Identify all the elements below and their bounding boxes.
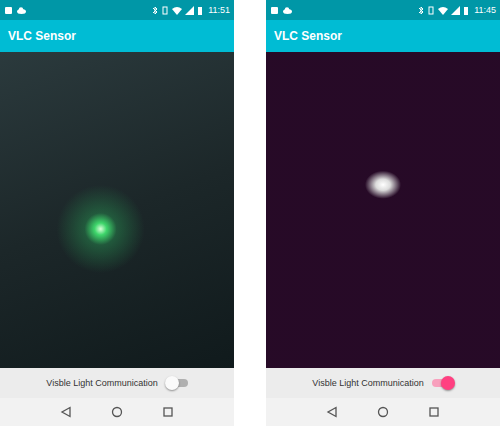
phone-screen: 11:45 VLC Sensor Visble Light Communicatio… xyxy=(266,0,500,426)
recents-icon[interactable] xyxy=(428,406,440,418)
switch-label: Visble Light Communication xyxy=(46,378,157,388)
battery-icon xyxy=(197,6,203,15)
vlc-switch[interactable] xyxy=(432,379,454,387)
screenshot-pair: 11:51 VLC Sensor Visble Light Communicatio… xyxy=(0,0,500,426)
bluetooth-icon xyxy=(152,6,158,15)
app-bar: VLC Sensor xyxy=(0,20,234,52)
switch-thumb[interactable] xyxy=(165,376,179,390)
notification-icon xyxy=(270,6,279,15)
battery-icon xyxy=(463,6,469,15)
status-time: 11:45 xyxy=(474,4,496,16)
nav-bar xyxy=(266,398,500,426)
cloud-icon xyxy=(16,6,27,15)
camera-preview xyxy=(266,52,500,368)
app-title: VLC Sensor xyxy=(8,29,76,43)
notification-icon xyxy=(4,6,13,15)
switch-label: Visble Light Communication xyxy=(312,378,423,388)
signal-icon xyxy=(451,6,460,15)
home-icon[interactable] xyxy=(111,406,123,418)
phone-screen: 11:51 VLC Sensor Visble Light Communicatio… xyxy=(0,0,234,426)
vibrate-icon xyxy=(427,6,435,15)
cloud-icon xyxy=(282,6,293,15)
back-icon[interactable] xyxy=(326,406,338,418)
back-icon[interactable] xyxy=(60,406,72,418)
recents-icon[interactable] xyxy=(162,406,174,418)
app-title: VLC Sensor xyxy=(274,29,342,43)
vibrate-icon xyxy=(161,6,169,15)
vlc-switch[interactable] xyxy=(166,379,188,387)
status-time: 11:51 xyxy=(208,4,230,16)
wifi-icon xyxy=(172,6,182,15)
camera-preview xyxy=(0,52,234,368)
wifi-icon xyxy=(438,6,448,15)
switch-thumb[interactable] xyxy=(441,376,455,390)
bluetooth-icon xyxy=(418,6,424,15)
status-bar: 11:45 xyxy=(266,0,500,20)
control-bar: Visble Light Communication xyxy=(0,368,234,398)
app-bar: VLC Sensor xyxy=(266,20,500,52)
control-bar: Visble Light Communication xyxy=(266,368,500,398)
status-bar: 11:51 xyxy=(0,0,234,20)
nav-bar xyxy=(0,398,234,426)
home-icon[interactable] xyxy=(377,406,389,418)
signal-icon xyxy=(185,6,194,15)
